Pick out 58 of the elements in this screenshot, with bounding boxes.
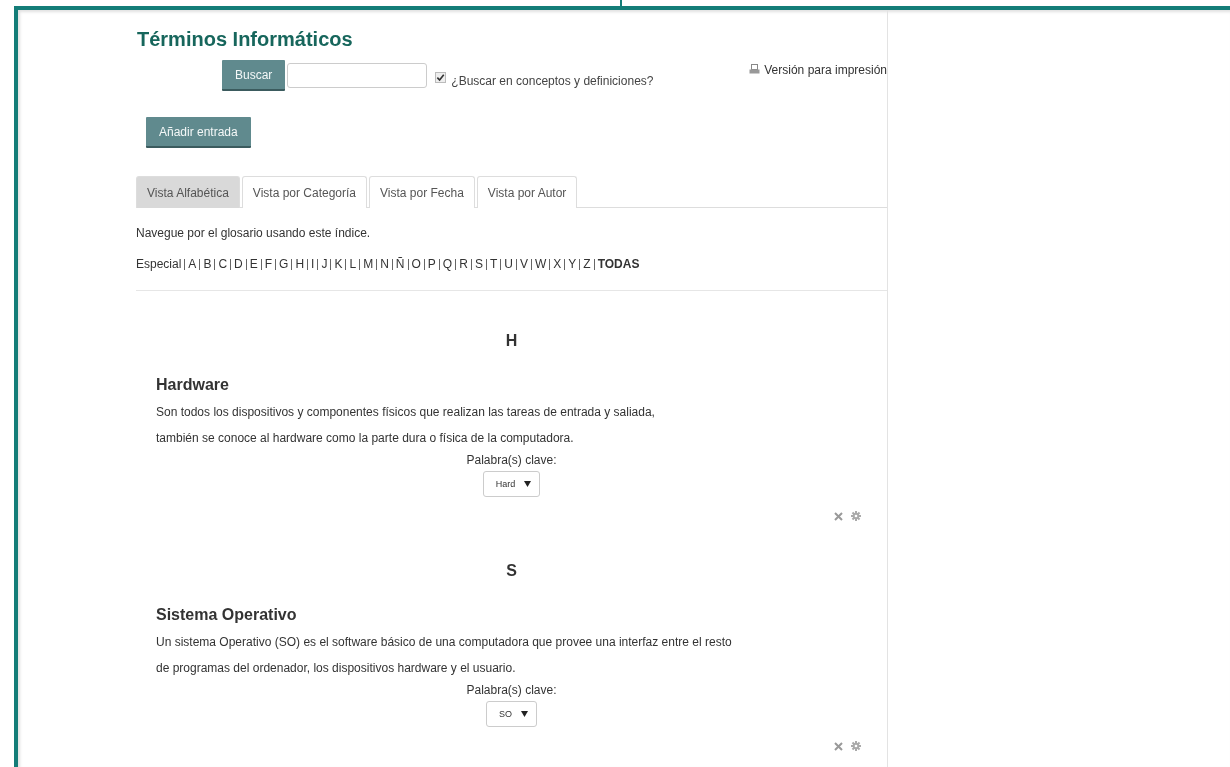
print-link[interactable]: Versión para impresión [749, 62, 887, 77]
index-link[interactable]: Ñ [395, 257, 405, 271]
index-link[interactable]: D [234, 257, 243, 271]
tab[interactable]: Vista por Fecha [369, 176, 475, 208]
index-link[interactable]: TODAS [597, 257, 640, 271]
index-link[interactable]: X [553, 257, 562, 271]
keyword-dropdown[interactable]: SO [486, 701, 537, 727]
index-link[interactable]: N [380, 257, 389, 271]
letter-heading: H [504, 331, 519, 351]
delete-icon[interactable] [834, 511, 843, 521]
index-link[interactable]: V [519, 257, 528, 271]
checkbox[interactable] [435, 72, 447, 83]
index-link[interactable]: W [534, 257, 547, 271]
index-link[interactable]: B [203, 257, 212, 271]
tab[interactable]: Vista por Categoría [241, 176, 367, 208]
index-link[interactable]: A [188, 257, 197, 271]
intro-text: Navegue por el glosario usando este índice. [136, 226, 372, 240]
index-link[interactable]: T [489, 257, 498, 271]
index-link[interactable]: Y [568, 257, 577, 271]
index-link[interactable]: O [411, 257, 421, 271]
entry-definition: Un sistema Operativo (SO) es el software básico de una computadora que provee una interfaz entre el resto de programas del ordenador, los dispositivos hardware y el usuario. [156, 634, 733, 677]
index-link[interactable]: J [321, 257, 328, 271]
search-button[interactable]: Buscar [222, 60, 286, 91]
printer-icon [749, 64, 761, 75]
page-title: Términos Informáticos [137, 27, 354, 52]
index-link[interactable]: C [218, 257, 228, 271]
index-link[interactable]: R [459, 257, 468, 271]
caret-icon [521, 711, 528, 717]
search-field[interactable] [287, 63, 428, 88]
add-entry-button[interactable]: Añadir entrada [146, 117, 251, 148]
index-link[interactable]: S [474, 257, 483, 271]
index-link[interactable]: U [504, 257, 513, 271]
index-link[interactable]: Z [583, 257, 591, 271]
index-link[interactable]: M [363, 257, 374, 271]
keyword-dropdown[interactable]: Hard [482, 471, 541, 497]
index-link[interactable]: E [249, 257, 258, 271]
keywords-label: Palabra(s) clave: [466, 453, 557, 467]
index-link[interactable]: H [295, 257, 305, 271]
delete-icon[interactable] [834, 741, 843, 751]
index-link[interactable]: P [427, 257, 436, 271]
caret-icon [524, 481, 532, 487]
settings-icon[interactable] [851, 741, 861, 751]
index-link[interactable]: Especial [136, 257, 182, 271]
checkbox-label: ¿Buscar en conceptos y definiciones? [451, 73, 654, 88]
letter-heading: S [505, 561, 518, 581]
tab[interactable]: Vista Alfabética [136, 176, 240, 208]
entry-title: Sistema Operativo [156, 605, 298, 625]
settings-icon[interactable] [851, 511, 861, 521]
tab[interactable]: Vista por Autor [476, 176, 578, 208]
index-link[interactable]: Q [442, 257, 453, 271]
index-link[interactable]: I [311, 257, 315, 271]
entry-title: Hardware [156, 375, 230, 395]
keywords-label: Palabra(s) clave: [466, 683, 557, 697]
index-link[interactable]: K [334, 257, 343, 271]
index-link[interactable]: F [264, 257, 273, 271]
index-link[interactable]: G [279, 257, 289, 271]
index-link[interactable]: L [349, 257, 357, 271]
entry-definition: Son todos los dispositivos y componentes físicos que realizan las tareas de entrada y saliada, también se conoce al hardware como la parte dura o física de la computadora. [156, 404, 656, 447]
